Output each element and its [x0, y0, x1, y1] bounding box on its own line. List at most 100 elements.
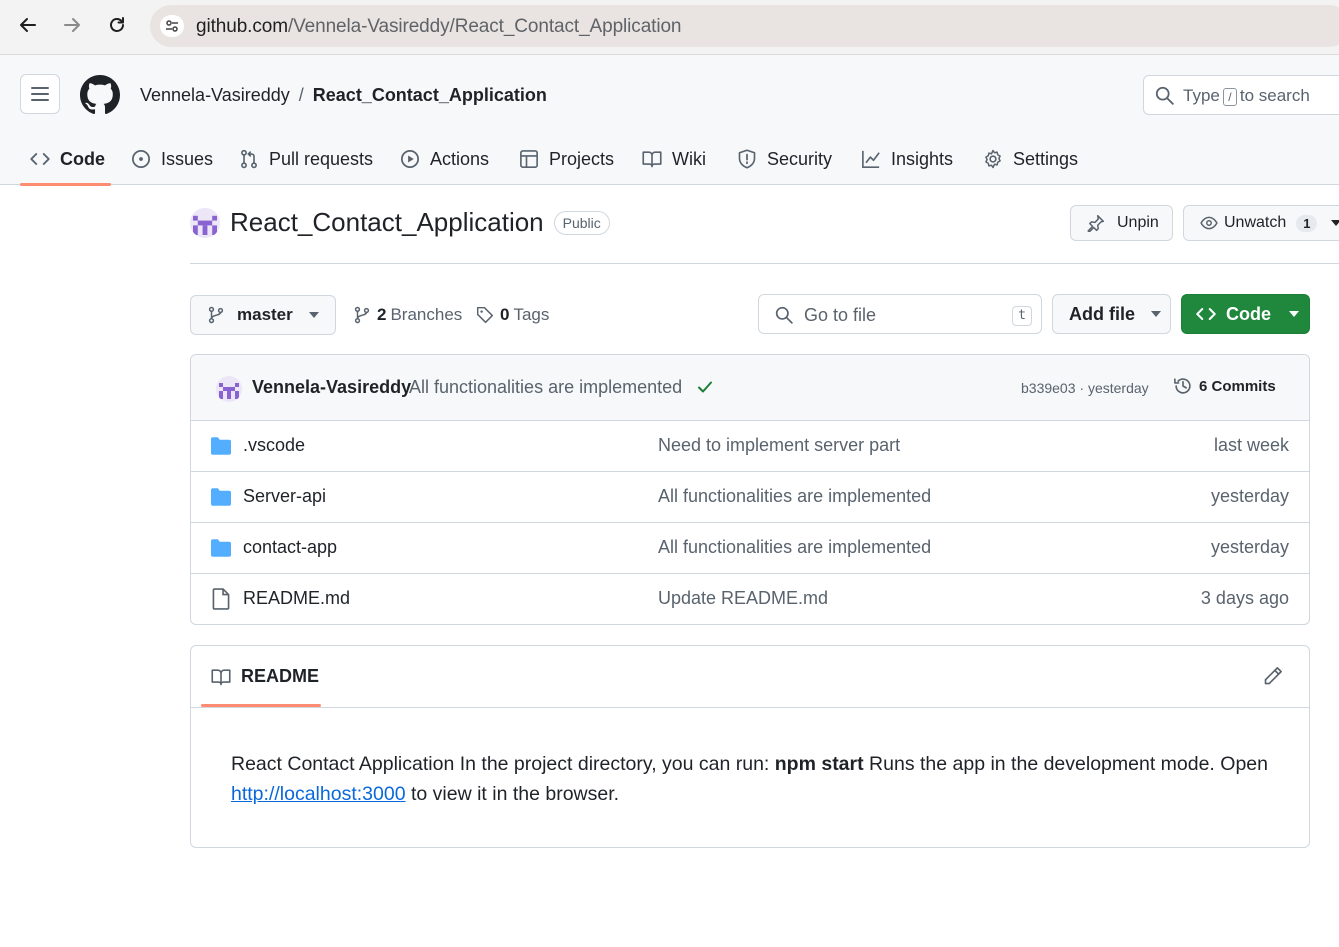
history-icon — [1174, 378, 1191, 394]
address-bar[interactable]: github.com/Vennela-Vasireddy/React_Conta… — [150, 5, 1339, 47]
code-button[interactable]: Code — [1181, 294, 1310, 334]
breadcrumb-repo[interactable]: React_Contact_Application — [313, 85, 547, 105]
git-branch-icon — [208, 306, 224, 324]
tab-code[interactable]: Code — [30, 133, 105, 185]
tab-wiki[interactable]: Wiki — [642, 133, 706, 185]
tab-pull-requests[interactable]: Pull requests — [239, 133, 373, 185]
breadcrumb-separator: / — [298, 85, 304, 105]
arrow-left-icon — [20, 18, 36, 32]
reload-button[interactable] — [102, 10, 132, 40]
graph-icon — [862, 150, 880, 168]
gear-icon — [985, 149, 1001, 169]
triangle-down-icon — [1151, 311, 1161, 317]
branch-select-button[interactable]: master — [190, 295, 336, 335]
visibility-badge: Public — [553, 210, 610, 235]
github-logo-icon[interactable] — [80, 75, 120, 115]
file-name[interactable]: README.md — [243, 588, 350, 609]
play-icon — [401, 150, 419, 168]
file-name[interactable]: contact-app — [243, 537, 337, 558]
unwatch-button[interactable]: Unwatch 1 — [1183, 205, 1339, 241]
search-icon — [1155, 86, 1174, 105]
active-tab-indicator — [201, 704, 321, 707]
identicon-icon — [193, 215, 217, 235]
readme-text: Runs the app in the development mode. Op… — [863, 753, 1268, 775]
site-info-button[interactable] — [160, 15, 184, 37]
unpin-button[interactable]: Unpin — [1070, 205, 1173, 241]
tab-label: Projects — [549, 148, 615, 169]
tab-label: Insights — [891, 148, 954, 169]
localhost-link[interactable]: http://localhost:3000 — [231, 783, 406, 805]
repo-tabs: Code Issues Pull requests Actions Projec… — [0, 133, 1339, 185]
tab-actions[interactable]: Actions — [400, 133, 489, 185]
tab-label: Code — [60, 148, 105, 169]
file-row[interactable]: contact-app All functionalities are impl… — [191, 523, 1309, 574]
commits-link[interactable]: 6 Commits — [1173, 376, 1276, 396]
add-file-button[interactable]: Add file — [1052, 294, 1171, 334]
url-text: github.com/Vennela-Vasireddy/React_Conta… — [196, 16, 682, 38]
go-to-file-placeholder: Go to file — [804, 305, 877, 325]
repo-name[interactable]: React_Contact_Application — [230, 207, 544, 238]
avatar[interactable] — [216, 376, 242, 402]
file-commit-message[interactable]: All functionalities are implemented — [658, 537, 931, 558]
commit-author[interactable]: Vennela-Vasireddy — [252, 377, 411, 398]
file-name[interactable]: .vscode — [243, 435, 305, 456]
file-row[interactable]: README.md Update README.md 3 days ago — [191, 574, 1309, 624]
url-host: github.com — [196, 16, 288, 37]
breadcrumb-owner[interactable]: Vennela-Vasireddy — [140, 85, 290, 105]
search-input[interactable]: Type / to search — [1143, 75, 1339, 115]
triangle-down-icon — [1289, 311, 1299, 317]
file-name[interactable]: Server-api — [243, 486, 326, 507]
add-file-label: Add file — [1069, 303, 1135, 324]
file-commit-date: 3 days ago — [1200, 588, 1289, 608]
avatar[interactable] — [190, 207, 220, 238]
pin-icon — [1087, 214, 1105, 232]
url-path: /Vennela-Vasireddy/React_Contact_Applica… — [287, 16, 682, 37]
tab-readme[interactable]: README — [211, 666, 319, 687]
go-to-file-input[interactable]: Go to file t — [758, 294, 1042, 334]
file-commit-message[interactable]: All functionalities are implemented — [658, 486, 931, 507]
commit-message[interactable]: All functionalities are implemented — [409, 377, 682, 398]
file-list: Vennela-Vasireddy All functionalities ar… — [190, 354, 1310, 625]
shield-icon — [738, 149, 756, 169]
tags-link[interactable]: 0 Tags — [476, 305, 549, 325]
title-divider — [190, 263, 1339, 264]
branches-count: 2 — [377, 305, 387, 324]
file-commit-message[interactable]: Update README.md — [658, 588, 828, 609]
unpin-label: Unpin — [1117, 214, 1159, 231]
pull-request-icon — [241, 149, 257, 169]
eye-icon — [1200, 216, 1218, 230]
tab-label: Actions — [430, 148, 490, 169]
code-icon — [30, 153, 50, 165]
readme-header: README — [191, 646, 1309, 708]
file-icon — [212, 588, 230, 610]
git-branch-icon — [354, 306, 370, 324]
commit-hash-time[interactable]: b339e03 · yesterday — [1021, 380, 1149, 396]
code-button-label: Code — [1226, 303, 1271, 324]
file-commit-date: yesterday — [1210, 486, 1289, 506]
unwatch-label: Unwatch — [1224, 214, 1287, 231]
tab-projects[interactable]: Projects — [519, 133, 614, 185]
forward-button[interactable] — [57, 10, 87, 40]
file-commit-date: last week — [1213, 435, 1289, 455]
table-icon — [520, 150, 538, 168]
tab-security[interactable]: Security — [737, 133, 832, 185]
folder-icon — [211, 437, 231, 455]
repo-title: React_Contact_Application Public — [190, 207, 610, 238]
file-commit-message[interactable]: Need to implement server part — [658, 435, 900, 456]
back-button[interactable] — [13, 10, 43, 40]
menu-button[interactable] — [20, 74, 60, 114]
tab-insights[interactable]: Insights — [861, 133, 953, 185]
file-row[interactable]: .vscode Need to implement server part la… — [191, 421, 1309, 472]
tab-label: Issues — [161, 148, 214, 169]
file-row[interactable]: Server-api All functionalities are imple… — [191, 472, 1309, 523]
branches-link[interactable]: 2 Branches — [353, 305, 462, 325]
search-icon — [775, 306, 793, 324]
readme-content: React Contact Application In the project… — [231, 749, 1281, 809]
check-icon[interactable] — [696, 379, 714, 395]
tab-settings[interactable]: Settings — [983, 133, 1078, 185]
tab-issues[interactable]: Issues — [131, 133, 213, 185]
pencil-icon[interactable] — [1263, 666, 1283, 686]
commits-label: 6 Commits — [1199, 377, 1276, 395]
branch-name: master — [237, 305, 293, 324]
tab-label: Settings — [1013, 148, 1079, 169]
